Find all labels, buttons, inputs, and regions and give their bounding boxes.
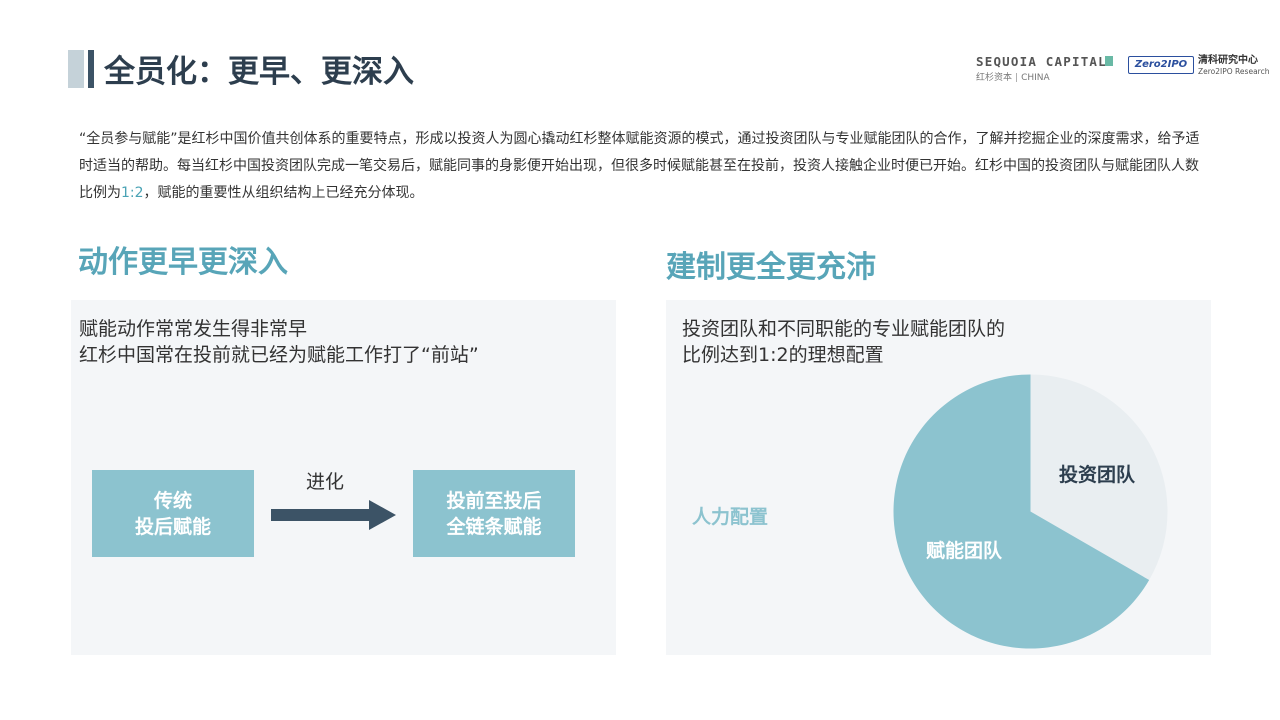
sequoia-logo-china: CHINA [1021, 73, 1050, 83]
left-panel-text: 赋能动作常常发生得非常早 红杉中国常在投前就已经为赋能工作打了“前站” [79, 316, 479, 368]
pie-chart-svg [893, 374, 1168, 649]
sequoia-logo-name: SEQUOIA CAPITAL [976, 54, 1107, 69]
evolution-arrow-icon [271, 500, 396, 530]
right-panel-line-1: 投资团队和不同职能的专业赋能团队的 [682, 318, 1006, 340]
left-section-title: 动作更早更深入 [78, 245, 288, 280]
left-panel-line-1: 赋能动作常常发生得非常早 [79, 318, 308, 340]
sequoia-logo-cn: 红杉资本 [976, 73, 1013, 83]
manpower-config-label: 人力配置 [692, 506, 769, 528]
box-to-line-1: 投前至投后 [446, 489, 542, 512]
traditional-post-investment-box: 传统 投后赋能 [92, 470, 254, 557]
right-panel-text: 投资团队和不同职能的专业赋能团队的 比例达到1:2的理想配置 [682, 316, 1005, 368]
sequoia-logo-subtitle: 红杉资本 | CHINA [976, 73, 1050, 83]
evolution-label: 进化 [306, 471, 345, 493]
left-panel: 赋能动作常常发生得非常早 红杉中国常在投前就已经为赋能工作打了“前站” 传统 投… [71, 300, 616, 655]
full-chain-enablement-box: 投前至投后 全链条赋能 [413, 470, 575, 557]
right-panel-line-2: 比例达到1:2的理想配置 [682, 344, 884, 366]
zero2ipo-logo-en: Zero2IPO Research [1198, 67, 1270, 76]
title-accent-bar-light [68, 50, 84, 88]
team-ratio-pie-chart [893, 374, 1168, 649]
page-title: 全员化：更早、更深入 [104, 54, 414, 90]
sequoia-capital-logo: SEQUOIA CAPITAL 红杉资本 | CHINA [976, 54, 1116, 84]
title-accent-bar-dark [88, 50, 94, 88]
intro-ratio-highlight: 1:2 [121, 185, 144, 201]
intro-paragraph: “全员参与赋能”是红杉中国价值共创体系的重要特点，形成以投资人为圆心撬动红杉整体… [79, 126, 1204, 207]
zero2ipo-logo-mark: Zero2IPO [1128, 56, 1194, 74]
right-section-title: 建制更全更充沛 [666, 250, 876, 285]
intro-text-after: ，赋能的重要性从组织结构上已经充分体现。 [143, 185, 424, 201]
zero2ipo-logo: Zero2IPO [1128, 54, 1194, 78]
pie-slice-label-1: 投资团队 [1058, 463, 1135, 486]
sequoia-logo-mark-icon [1105, 56, 1113, 66]
box-to-line-2: 全链条赋能 [446, 515, 542, 538]
zero2ipo-logo-cn: 清科研究中心 [1198, 55, 1258, 66]
box-from-line-1: 传统 [153, 489, 192, 512]
pie-slice-label-2: 赋能团队 [926, 540, 1003, 563]
left-panel-line-2: 红杉中国常在投前就已经为赋能工作打了“前站” [79, 344, 479, 366]
box-from-line-2: 投后赋能 [134, 515, 211, 538]
zero2ipo-logo-text: 清科研究中心 Zero2IPO Research [1198, 55, 1269, 77]
